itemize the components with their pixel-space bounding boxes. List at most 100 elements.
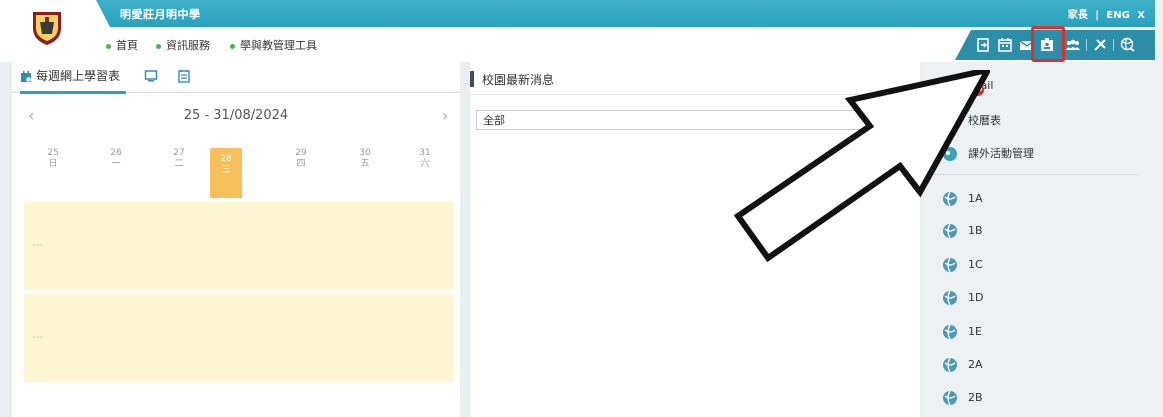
day-name: 四 [296,159,306,169]
week-navigator: 25 - 31/08/2024 ‹ › [12,104,460,128]
class-link[interactable]: 1E [942,324,982,340]
day-number: 28 [220,154,232,164]
group-icon[interactable] [1065,37,1081,53]
class-globe-icon [943,223,957,239]
timetable-block[interactable]: --- [24,294,454,382]
tools-icon[interactable] [1092,37,1108,53]
class-globe-icon [943,257,957,273]
calendar-icon[interactable] [997,37,1013,53]
scrollbar[interactable] [1155,0,1163,417]
day-number: 26 [110,148,122,158]
class-link[interactable]: 1D [942,290,983,306]
logo-area [0,0,96,62]
imail-link[interactable]: iMail 50 [942,78,993,96]
class-link[interactable]: 2A [942,357,983,373]
class-globe-icon [943,191,957,207]
link-separator: | [1095,10,1099,21]
close-link[interactable]: X [1137,10,1145,21]
class-globe-icon [943,290,957,306]
eng-link[interactable]: ENG [1106,10,1129,21]
class-label: 1E [968,325,982,338]
tab-label: 每週網上學習表 [36,69,121,83]
nav-item-label: 首頁 [116,39,138,52]
day-number: 27 [173,148,185,158]
calendar-icon [944,116,956,127]
day-column[interactable]: 29 四 [286,148,316,170]
title-accent-bar [470,71,474,87]
calendar-list-icon[interactable] [178,69,190,83]
day-number: 31 [419,148,431,158]
class-label: 1A [968,192,983,205]
class-globe-icon [943,324,957,340]
day-number: 30 [359,148,371,158]
day-column[interactable]: 25 日 [38,148,68,170]
highlight-box [1031,26,1065,62]
class-label: 1C [968,258,983,271]
class-globe-icon [943,357,957,373]
day-column[interactable]: 30 五 [350,148,380,170]
globe-icon[interactable] [1120,37,1136,53]
ecurricular-link[interactable]: 課外活動管理 [942,145,1034,162]
top-bar: 明愛莊月明中學 家長 | ENG X [96,0,1163,27]
nav-item-home[interactable]: 首頁 [106,37,138,53]
school-name: 明愛莊月明中學 [120,8,201,21]
day-name: 六 [420,159,430,169]
top-right-links: 家長 | ENG X [1064,6,1145,21]
class-link[interactable]: 1A [942,191,983,207]
mail-icon [942,81,958,92]
bullet-icon [106,43,111,49]
block-placeholder: --- [32,332,43,343]
day-name: 日 [48,159,58,169]
news-header: 校園最新消息 [470,62,920,95]
unread-badge: 50 [972,84,984,96]
school-calendar-link[interactable]: 校曆表 [942,112,1001,129]
day-number: 29 [295,148,307,158]
header: 明愛莊月明中學 家長 | ENG X 首頁 資訊服務 學與教管理工具 [0,0,1163,62]
class-label: 2B [968,391,983,404]
learning-schedule-panel: 每週網上學習表 25 - 31/08/2024 ‹ › 25 日 26 一 27… [12,62,460,417]
class-label: 2A [968,358,983,371]
login-icon[interactable] [975,37,991,53]
day-column-selected[interactable]: 28 三 [210,148,242,198]
news-title: 校園最新消息 [482,73,555,87]
monitor-icon[interactable] [144,69,158,83]
day-column[interactable]: 31 六 [410,148,440,170]
class-globe-icon [943,390,957,406]
day-number: 25 [47,148,59,158]
day-name: 五 [360,159,370,169]
toolbar-divider [1086,39,1087,51]
top-bar-notch [96,0,110,27]
timetable-block[interactable]: --- [24,202,454,290]
panel-tabs: 每週網上學習表 [12,62,460,94]
prev-week-chevron-icon[interactable]: ‹ [28,106,34,125]
bullet-icon [230,43,235,49]
school-news-panel: 校園最新消息 全部 [470,62,920,417]
news-filter-select[interactable]: 全部 [476,110,892,130]
nav-item-info-services[interactable]: 資訊服務 [156,37,210,53]
day-column[interactable]: 26 一 [101,148,131,170]
panel-divider [934,174,1138,175]
activity-icon [943,147,957,161]
day-name: 三 [221,165,231,175]
week-range: 25 - 31/08/2024 [183,108,289,123]
nav-item-label: 學與教管理工具 [240,39,317,52]
class-link[interactable]: 2B [942,390,983,406]
nav-item-teaching-tools[interactable]: 學與教管理工具 [230,37,317,53]
day-column[interactable]: 27 二 [164,148,194,170]
school-logo[interactable] [30,8,64,46]
class-label: 1D [968,291,984,304]
day-name: 一 [111,159,121,169]
toolbar-divider [1113,39,1114,51]
class-link[interactable]: 1C [942,257,983,273]
bullet-icon [156,43,161,49]
tab-weekly-schedule[interactable]: 每週網上學習表 [20,62,127,94]
parent-link[interactable]: 家長 [1068,10,1088,21]
block-placeholder: --- [32,240,43,251]
ecurricular-label: 課外活動管理 [968,147,1034,160]
calendar-check-icon [21,70,31,82]
next-week-chevron-icon[interactable]: › [442,106,448,125]
class-link[interactable]: 1B [942,223,983,239]
nav-item-label: 資訊服務 [166,39,210,52]
quick-links-panel: iMail 50 校曆表 課外活動管理 1A 1B 1C 1D [924,62,1155,417]
class-label: 1B [968,224,983,237]
